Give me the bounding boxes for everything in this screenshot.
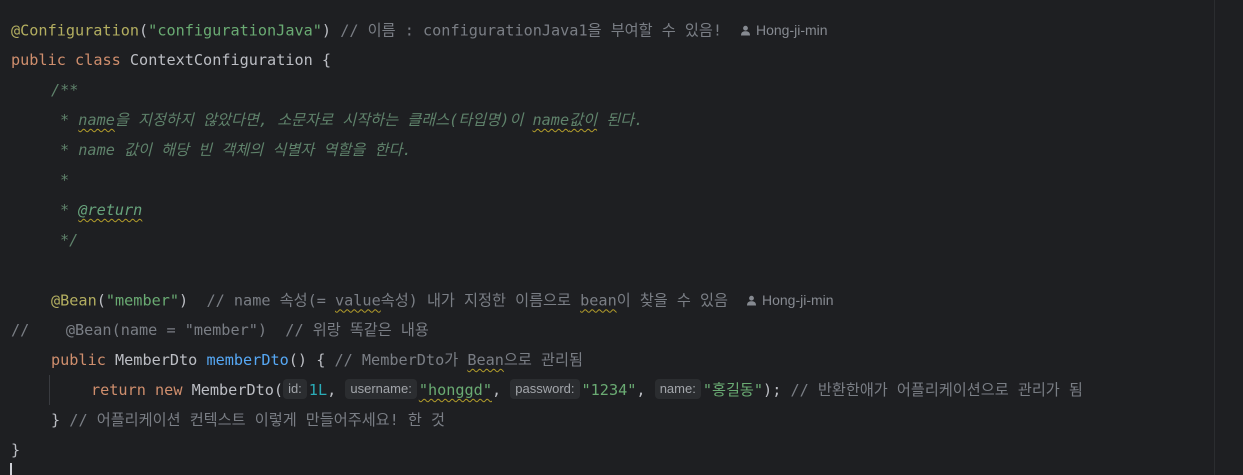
string-literal: "member" (105, 291, 180, 310)
method-name: memberDto (206, 351, 289, 369)
keyword-class: class (75, 51, 121, 69)
person-icon (740, 25, 751, 36)
doc-word-value: 값이 (569, 111, 598, 129)
code-line-8[interactable]: */ (60, 225, 78, 255)
doc-comment-close: */ (60, 231, 79, 249)
line-comment: 으로 관리됨 (503, 351, 583, 369)
keyword-new: new (155, 381, 183, 399)
paren: ( (139, 21, 149, 40)
separator: , (636, 381, 655, 399)
param-hint-id: id: (283, 379, 307, 399)
annotation-bean: @Bean (51, 291, 97, 310)
keyword-public: public (11, 51, 66, 69)
statement-end: ); (763, 381, 791, 399)
return-type: MemberDto (105, 351, 207, 369)
param-hint-name: name: (654, 379, 701, 399)
class-name: ContextConfiguration { (129, 51, 332, 69)
code-line-3[interactable]: /** (51, 75, 78, 105)
vertical-scrollbar[interactable] (1214, 0, 1243, 475)
paren: ) (179, 291, 189, 310)
code-line-1[interactable]: @Configuration("configurationJava") // 이… (11, 15, 828, 45)
keyword-public: public (51, 351, 106, 369)
comment-word-value: value (335, 291, 381, 310)
separator: , (491, 381, 511, 399)
annotation-configuration: @Configuration (11, 21, 140, 40)
line-comment: // 어플리케이션 컨텍스트 이렇게 만들어주세요! 한 것 (60, 411, 446, 429)
code-line-4[interactable]: * name을 지정하지 않았다면, 소문자로 시작하는 클래스(타입명)이 n… (60, 105, 643, 135)
code-editor[interactable]: @Configuration("configurationJava") // 이… (0, 0, 1243, 475)
line-comment: 속성) 내가 지정한 이름으로 (380, 291, 581, 310)
closing-brace: } (51, 411, 61, 429)
line-comment: // name 속성(= (188, 291, 335, 310)
doc-star: * (60, 111, 79, 129)
line-comment: // MemberDto가 (334, 351, 468, 369)
doc-return-tag: @return (78, 201, 143, 219)
doc-star: * (60, 201, 79, 219)
code-line-11[interactable]: public MemberDto memberDto() { // Member… (51, 345, 583, 375)
code-line-12[interactable]: return new MemberDto(id: 1L, username: "ho… (91, 375, 1083, 405)
code-line-14[interactable]: } (11, 435, 20, 465)
doc-star: * (60, 171, 70, 189)
constructor-call: MemberDto( (182, 381, 284, 399)
code-line-5[interactable]: * name 값이 해당 빈 객체의 식별자 역할을 한다. (60, 135, 412, 165)
line-comment: // 반환한애가 어플리케이션으로 관리가 됨 (790, 381, 1083, 399)
doc-text: 을 지정하지 않았다면, 소문자로 시작하는 클래스(타입명)이 (114, 111, 533, 129)
doc-word-name-2: name (532, 111, 570, 129)
comment-word-bean: Bean (467, 351, 504, 369)
line-comment: // 이름 : configurationJava1을 부여할 수 있음! (331, 21, 722, 40)
doc-text-end: 된다. (597, 111, 644, 129)
paren: ( (96, 291, 106, 310)
string-literal: "honggd" (418, 381, 492, 399)
closing-brace: } (11, 441, 21, 459)
author-name: Hong-ji-min (755, 22, 828, 38)
line-comment: 이 찾을 수 있음 (616, 291, 728, 310)
keyword-return: return (91, 381, 146, 399)
number-literal: 1L (308, 381, 328, 399)
code-line-10[interactable]: // @Bean(name = "member") // 위랑 똑같은 내용 (11, 315, 429, 345)
separator: , (327, 381, 346, 399)
code-line-9[interactable]: @Bean("member") // name 속성(= value속성) 내가… (51, 285, 834, 315)
doc-word-name: name (78, 111, 115, 129)
doc-comment-open: /** (51, 81, 79, 99)
author-name: Hong-ji-min (762, 292, 834, 308)
paren: ) (321, 21, 332, 40)
author-inlay[interactable]: Hong-ji-min (746, 285, 834, 315)
code-line-7[interactable]: * @return (60, 195, 142, 225)
comment-word-bean: bean (580, 291, 617, 310)
param-hint-username: username: (345, 379, 417, 399)
text-caret (10, 463, 12, 475)
author-inlay[interactable]: Hong-ji-min (740, 15, 828, 45)
string-literal: "configurationJava" (148, 21, 322, 40)
method-signature: () { (288, 351, 335, 369)
code-line-13[interactable]: } // 어플리케이션 컨텍스트 이렇게 만들어주세요! 한 것 (51, 405, 445, 435)
person-icon (746, 295, 757, 306)
param-hint-password: password: (510, 379, 580, 399)
string-literal: "홍길동" (702, 381, 764, 399)
doc-text: * name 값이 해당 빈 객체의 식별자 역할을 한다. (60, 141, 412, 159)
code-line-2[interactable]: public class ContextConfiguration { (11, 45, 331, 75)
indent-guide (49, 375, 50, 405)
code-line-6[interactable]: * (60, 165, 69, 195)
commented-out-code: // @Bean(name = "member") // 위랑 똑같은 내용 (11, 321, 429, 339)
string-literal: "1234" (581, 381, 637, 399)
